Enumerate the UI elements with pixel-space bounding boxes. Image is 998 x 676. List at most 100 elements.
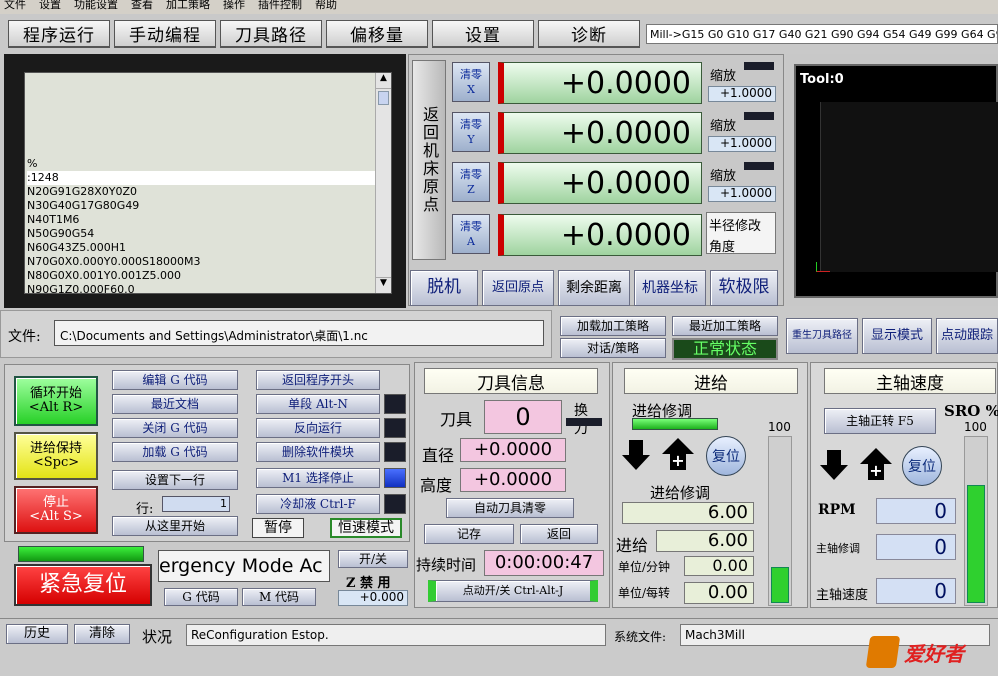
spindle-override-label: 主轴修调: [816, 542, 860, 555]
toolpath-extent: [820, 102, 998, 272]
last-wizard-button[interactable]: 最近加工策略: [672, 316, 778, 336]
gcode-line: %: [27, 157, 38, 170]
return-button[interactable]: 返回: [520, 524, 598, 544]
menu-operate[interactable]: 操作: [223, 0, 245, 11]
regen-toolpath-button[interactable]: 重生刀具路径: [786, 318, 858, 354]
zero-z-top: 清零: [460, 167, 482, 181]
reverse-run-button[interactable]: 反向运行: [256, 418, 380, 438]
feed-override-value[interactable]: 6.00: [622, 502, 754, 524]
origin-marker-icon: [816, 262, 830, 272]
spindle-reset-button[interactable]: 复位: [902, 446, 942, 486]
gcode-line: N40T1M6: [27, 213, 80, 226]
diameter-field[interactable]: +0.0000: [460, 438, 566, 462]
jog-follow-button[interactable]: 点动跟踪: [936, 318, 998, 354]
dist-to-go-button[interactable]: 剩余距离: [558, 270, 630, 306]
remember-button[interactable]: 记存: [424, 524, 514, 544]
single-block-button[interactable]: 单段 Alt-N: [256, 394, 380, 414]
m1-optional-stop-button[interactable]: M1 选择停止: [256, 468, 380, 488]
coolant-button[interactable]: 冷却液 Ctrl-F: [256, 494, 380, 514]
scale-x-label: 缩放: [710, 69, 737, 84]
tab-settings[interactable]: 设置: [432, 20, 534, 48]
dro-z[interactable]: +0.0000: [498, 162, 702, 204]
height-field[interactable]: +0.0000: [460, 468, 566, 492]
spindle-override-slider-fill: [967, 485, 985, 603]
spindle-override-slider-track[interactable]: [964, 436, 988, 606]
tab-offsets[interactable]: 偏移量: [326, 20, 428, 48]
menu-function[interactable]: 功能设置: [74, 0, 118, 11]
line-number-field[interactable]: 1: [162, 496, 230, 512]
load-gcode-button[interactable]: 加载 G 代码: [112, 442, 238, 462]
scale-x-value[interactable]: +1.0000: [708, 86, 776, 102]
set-next-line-button[interactable]: 设置下一行: [112, 470, 238, 490]
scroll-down-icon[interactable]: ▼: [376, 277, 391, 293]
file-path-field[interactable]: C:\Documents and Settings\Administrator\…: [54, 320, 544, 346]
feed-hold-label: 进给保持: [29, 441, 82, 457]
gcode-scrollbar[interactable]: ▲ ▼: [375, 73, 391, 293]
status-label: 状况: [142, 628, 173, 646]
stop-button[interactable]: 停止 <Alt S>: [14, 486, 98, 534]
history-button[interactable]: 历史: [6, 624, 68, 644]
zero-a-button[interactable]: 清零 A: [452, 214, 490, 254]
toolpath-display[interactable]: Tool:0: [794, 64, 998, 298]
tab-toolpath[interactable]: 刀具路径: [220, 20, 322, 48]
zero-x-button[interactable]: 清零 X: [452, 62, 490, 102]
feed-override-slider-fill: [771, 567, 789, 603]
edit-gcode-button[interactable]: 编辑 G 代码: [112, 370, 238, 390]
display-mode-button[interactable]: 显示模式: [862, 318, 932, 354]
scroll-thumb[interactable]: [378, 91, 389, 105]
menu-help[interactable]: 帮助: [315, 0, 337, 11]
ref-all-home-button[interactable]: 返回机床原点: [412, 60, 446, 260]
menu-settings[interactable]: 设置: [39, 0, 61, 11]
feed-override-label-2: 进给修调: [650, 484, 711, 502]
goto-zero-button[interactable]: 返回原点: [482, 270, 554, 306]
scale-y-value[interactable]: +1.0000: [708, 136, 776, 152]
block-delete-button[interactable]: 删除软件模块: [256, 442, 380, 462]
load-wizards-button[interactable]: 加载加工策略: [560, 316, 666, 336]
mcode-list-button[interactable]: M 代码: [242, 588, 316, 606]
jog-onoff-button[interactable]: 点动开/关 Ctrl-Alt-J: [428, 580, 598, 602]
zero-y-axis: Y: [467, 133, 475, 146]
stop-label: 停止: [42, 495, 69, 511]
clear-button[interactable]: 清除: [74, 624, 130, 644]
radius-correct-box[interactable]: 半径修改 角度: [706, 212, 776, 255]
gcode-window[interactable]: % :1248 N20G91G28X0Y0Z0 N30G40G17G80G49 …: [24, 72, 392, 294]
close-gcode-button[interactable]: 关闭 G 代码: [112, 418, 238, 438]
scale-z-value[interactable]: +1.0000: [708, 186, 776, 202]
gcode-list-button[interactable]: G 代码: [164, 588, 238, 606]
tab-mdi[interactable]: 手动编程: [114, 20, 216, 48]
menu-wizard[interactable]: 加工策略: [166, 0, 210, 11]
zero-z-button[interactable]: 清零 Z: [452, 162, 490, 202]
spindle-override-value[interactable]: 0: [876, 534, 956, 560]
dro-y[interactable]: +0.0000: [498, 112, 702, 154]
z-inhibit-toggle-button[interactable]: 开/关: [338, 550, 408, 568]
rewind-button[interactable]: 返回程序开头: [256, 370, 380, 390]
menu-view[interactable]: 查看: [131, 0, 153, 11]
tab-program-run[interactable]: 程序运行: [8, 20, 110, 48]
feed-override-slider-track[interactable]: [768, 436, 792, 606]
scroll-up-icon[interactable]: ▲: [376, 73, 391, 89]
z-inhibit-value[interactable]: +0.000: [338, 590, 408, 606]
dro-x[interactable]: +0.0000: [498, 62, 702, 104]
menu-file[interactable]: 文件: [4, 0, 26, 11]
wizard-state-display: 正常状态: [672, 338, 778, 360]
spindle-speed-value[interactable]: 0: [876, 578, 956, 604]
conversational-button[interactable]: 对话/策略: [560, 338, 666, 358]
auto-tool-zero-button[interactable]: 自动刀具清零: [446, 498, 574, 518]
emergency-reset-button[interactable]: 紧急复位: [14, 564, 152, 606]
feed-hold-button[interactable]: 进给保持 <Spc>: [14, 432, 98, 480]
spindle-title: 主轴速度: [824, 368, 996, 394]
soft-limits-button[interactable]: 软极限: [710, 270, 778, 306]
machine-coords-button[interactable]: 机器坐标: [634, 270, 706, 306]
zero-y-button[interactable]: 清零 Y: [452, 112, 490, 152]
offline-button[interactable]: 脱机: [410, 270, 478, 306]
constant-velocity-indicator: 恒速模式: [330, 518, 402, 538]
tool-number-field[interactable]: 0: [484, 400, 562, 434]
menu-plugin[interactable]: 插件控制: [258, 0, 302, 11]
tab-diagnostics[interactable]: 诊断: [538, 20, 640, 48]
spindle-cw-button[interactable]: 主轴正转 F5: [824, 408, 936, 434]
run-from-here-button[interactable]: 从这里开始: [112, 516, 238, 536]
feed-reset-button[interactable]: 复位: [706, 436, 746, 476]
recent-file-button[interactable]: 最近文档: [112, 394, 238, 414]
cycle-start-button[interactable]: 循环开始 <Alt R>: [14, 376, 98, 426]
dro-a[interactable]: +0.0000: [498, 214, 702, 256]
